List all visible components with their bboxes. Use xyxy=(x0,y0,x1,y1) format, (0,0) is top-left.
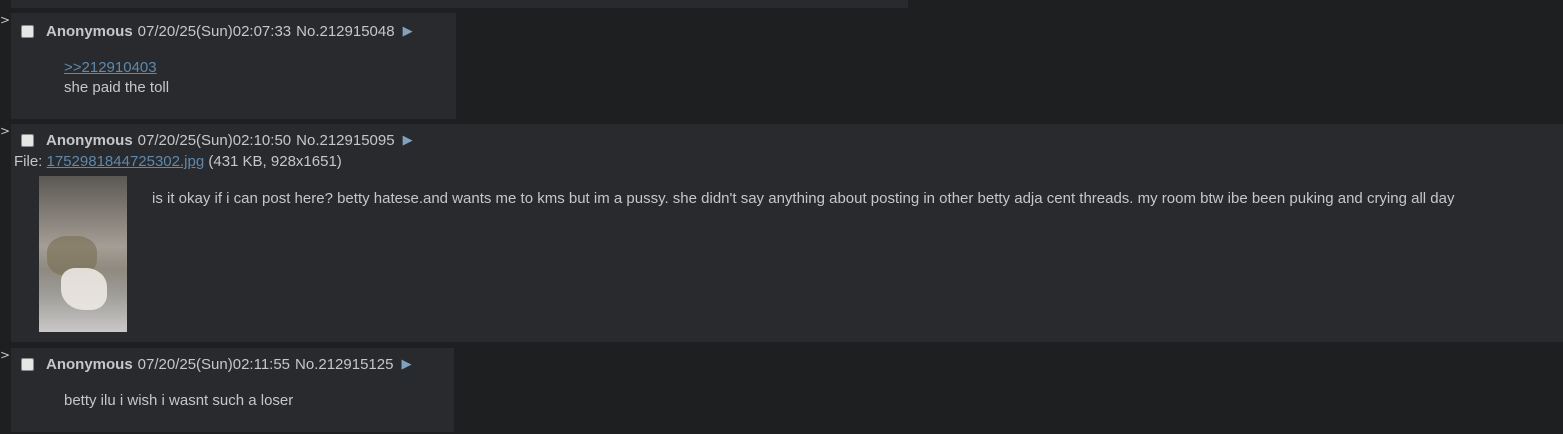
post-menu-arrow-icon[interactable]: ▶ xyxy=(403,133,413,148)
side-arrow: > xyxy=(0,13,11,27)
post-menu-arrow-icon[interactable]: ▶ xyxy=(403,24,413,39)
post-checkbox[interactable] xyxy=(21,25,34,38)
post-info: Anonymous 07/20/25(Sun)02:11:55 No.21291… xyxy=(21,356,411,373)
post-message: is it okay if i can post here? betty hat… xyxy=(152,189,1522,209)
file-link[interactable]: 1752981844725302.jpg xyxy=(47,153,205,170)
reply-post: Anonymous 07/20/25(Sun)02:07:33 No.21291… xyxy=(11,13,456,119)
file-thumbnail[interactable] xyxy=(39,176,127,332)
poster-name: Anonymous xyxy=(46,23,133,40)
post-number-link[interactable]: No.212915095 xyxy=(296,132,394,149)
post-datetime: 07/20/25(Sun)02:10:50 xyxy=(137,132,292,149)
post-number-link[interactable]: No.212915048 xyxy=(296,23,394,40)
post-message: >>212910403 she paid the toll xyxy=(64,58,169,98)
post-menu-arrow-icon[interactable]: ▶ xyxy=(401,357,411,372)
quote-link[interactable]: >>212910403 xyxy=(64,59,157,76)
side-arrow: > xyxy=(0,124,11,138)
post-message: betty ilu i wish i wasnt such a loser xyxy=(64,391,293,411)
post-message-text: she paid the toll xyxy=(64,79,170,96)
file-label: File: xyxy=(14,153,43,170)
post-datetime: 07/20/25(Sun)02:11:55 xyxy=(137,356,291,373)
poster-name: Anonymous xyxy=(46,356,133,373)
side-arrow: > xyxy=(0,348,11,362)
file-details: (431 KB, 928x1651) xyxy=(208,153,342,170)
reply-post: Anonymous 07/20/25(Sun)02:10:50 No.21291… xyxy=(11,124,1563,342)
post-info: Anonymous 07/20/25(Sun)02:07:33 No.21291… xyxy=(21,23,413,40)
previous-post-edge xyxy=(11,0,908,8)
post-info: Anonymous 07/20/25(Sun)02:10:50 No.21291… xyxy=(21,132,413,149)
post-datetime: 07/20/25(Sun)02:07:33 xyxy=(137,23,292,40)
post-checkbox[interactable] xyxy=(21,134,34,147)
poster-name: Anonymous xyxy=(46,132,133,149)
reply-post: Anonymous 07/20/25(Sun)02:11:55 No.21291… xyxy=(11,348,454,432)
post-message-text: is it okay if i can post here? betty hat… xyxy=(152,190,1455,207)
file-info: File: 1752981844725302.jpg (431 KB, 928x… xyxy=(14,153,342,170)
post-message-text: betty ilu i wish i wasnt such a loser xyxy=(64,392,294,409)
post-checkbox[interactable] xyxy=(21,358,34,371)
post-number-link[interactable]: No.212915125 xyxy=(295,356,393,373)
thumbnail-detail xyxy=(61,268,107,310)
